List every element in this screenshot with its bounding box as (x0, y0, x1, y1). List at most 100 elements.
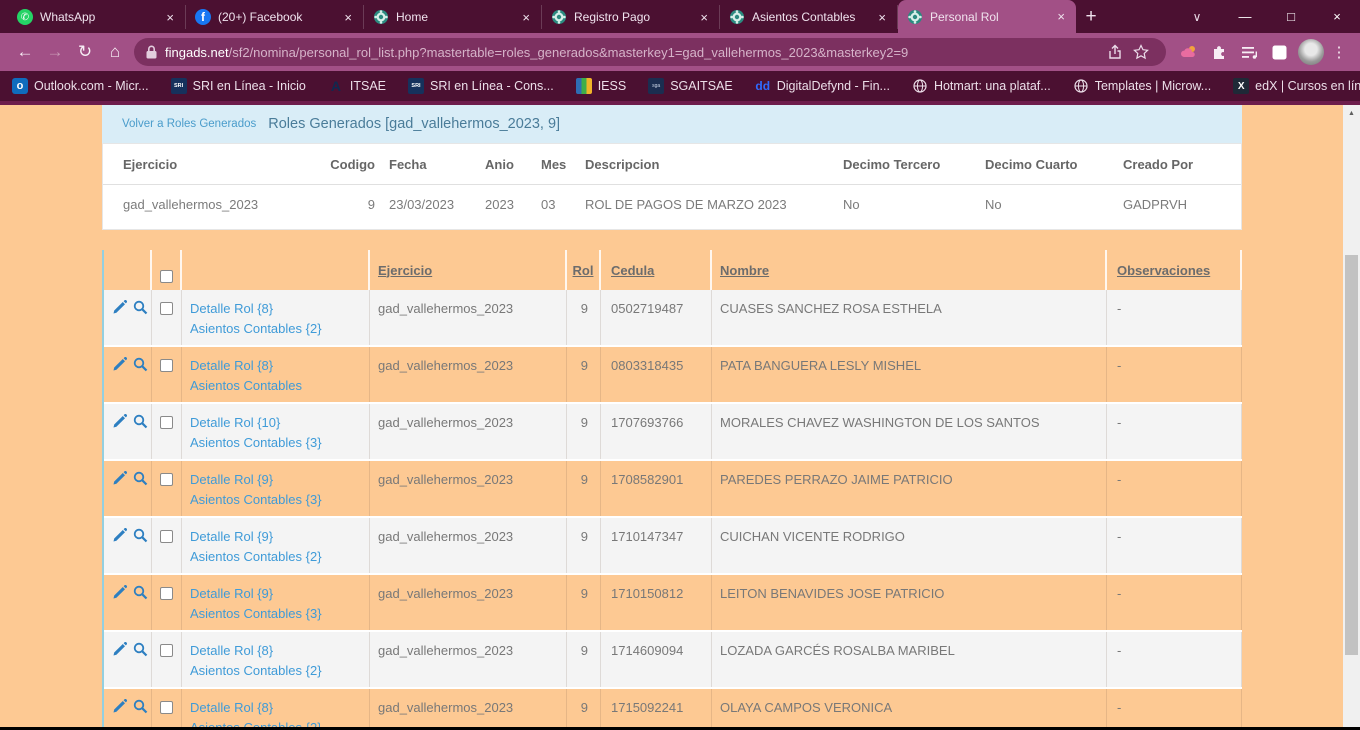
tab-close-icon[interactable]: × (698, 10, 710, 25)
bookmark-item[interactable]: edX | Cursos en líne... (1233, 78, 1360, 94)
bookmark-item[interactable]: ITSAE (328, 78, 386, 94)
scroll-up-arrow-icon[interactable]: ▲ (1343, 105, 1360, 121)
detalle-rol-link[interactable]: Detalle Rol {9} (190, 584, 361, 604)
grid-header-row: Ejercicio Rol Cedula Nombre Observacione… (104, 250, 1242, 290)
playlist-extension-icon[interactable] (1234, 45, 1264, 60)
master-descripcion: ROL DE PAGOS DE MARZO 2023 (585, 197, 843, 212)
bookmark-item[interactable]: Templates | Microw... (1073, 78, 1211, 94)
browser-tab[interactable]: WhatsApp × (8, 5, 186, 29)
reload-icon[interactable]: ↻ (70, 42, 100, 62)
view-magnifier-icon[interactable] (133, 357, 148, 372)
bookmark-item[interactable]: IESS (576, 78, 627, 94)
browser-tab[interactable]: Asientos Contables × (720, 5, 898, 29)
back-to-roles-link[interactable]: Volver a Roles Generados (122, 118, 256, 130)
back-icon[interactable]: ← (10, 42, 40, 62)
row-checkbox[interactable] (160, 416, 173, 429)
detalle-rol-link[interactable]: Detalle Rol {8} (190, 641, 361, 661)
tab-close-icon[interactable]: × (876, 10, 888, 25)
asientos-contables-link[interactable]: Asientos Contables {2} (190, 661, 361, 681)
grid-header-nombre[interactable]: Nombre (720, 263, 769, 278)
select-all-checkbox[interactable] (160, 270, 173, 283)
share-icon[interactable] (1102, 44, 1128, 60)
bookmark-item[interactable]: SGAITSAE (648, 78, 733, 94)
row-checkbox[interactable] (160, 701, 173, 714)
detalle-rol-link[interactable]: Detalle Rol {10} (190, 413, 361, 433)
bookmark-item[interactable]: SRI en Línea - Inicio (171, 78, 306, 94)
extensions-puzzle-icon[interactable] (1204, 44, 1234, 61)
bookmark-star-icon[interactable] (1128, 44, 1154, 60)
row-actions (104, 347, 152, 402)
edit-pencil-icon[interactable] (112, 357, 127, 372)
asientos-contables-link[interactable]: Asientos Contables {3} (190, 433, 361, 453)
weather-extension-icon[interactable] (1174, 44, 1204, 60)
bookmarks-bar: Outlook.com - Micr... SRI en Línea - Ini… (0, 71, 1360, 101)
detalle-rol-link[interactable]: Detalle Rol {9} (190, 470, 361, 490)
home-icon[interactable]: ⌂ (100, 42, 130, 62)
detalle-rol-link[interactable]: Detalle Rol {8} (190, 299, 361, 319)
browser-menu-icon[interactable]: ⋮ (1328, 43, 1350, 61)
bookmark-item[interactable]: Outlook.com - Micr... (12, 78, 149, 94)
row-checkbox-cell (152, 518, 182, 573)
view-magnifier-icon[interactable] (133, 585, 148, 600)
row-checkbox-cell (152, 632, 182, 687)
detalle-rol-link[interactable]: Detalle Rol {8} (190, 698, 361, 718)
asientos-contables-link[interactable]: Asientos Contables {3} (190, 604, 361, 624)
tab-close-icon[interactable]: × (1055, 9, 1067, 24)
asientos-contables-link[interactable]: Asientos Contables (190, 376, 361, 396)
scrollbar-thumb[interactable] (1345, 255, 1358, 655)
row-checkbox[interactable] (160, 473, 173, 486)
edit-pencil-icon[interactable] (112, 528, 127, 543)
master-data-row: gad_vallehermos_2023 9 23/03/2023 2023 0… (103, 185, 1241, 212)
view-magnifier-icon[interactable] (133, 642, 148, 657)
close-window-button[interactable]: × (1314, 0, 1360, 33)
browser-tab[interactable]: Registro Pago × (542, 5, 720, 29)
asientos-contables-link[interactable]: Asientos Contables {3} (190, 490, 361, 510)
row-checkbox[interactable] (160, 359, 173, 372)
bookmark-item[interactable]: DigitalDefynd - Fin... (755, 78, 890, 94)
browser-tab[interactable]: (20+) Facebook × (186, 5, 364, 29)
grid-header-rol[interactable]: Rol (573, 263, 594, 278)
view-magnifier-icon[interactable] (133, 528, 148, 543)
tab-search-icon[interactable]: ∨ (1172, 10, 1222, 24)
edit-pencil-icon[interactable] (112, 585, 127, 600)
master-codigo: 9 (323, 197, 375, 212)
edit-pencil-icon[interactable] (112, 414, 127, 429)
row-ejercicio: gad_vallehermos_2023 (370, 575, 567, 630)
view-magnifier-icon[interactable] (133, 699, 148, 714)
row-checkbox[interactable] (160, 644, 173, 657)
tab-close-icon[interactable]: × (342, 10, 354, 25)
bookmark-item[interactable]: Hotmart: una plataf... (912, 78, 1051, 94)
edit-pencil-icon[interactable] (112, 642, 127, 657)
asientos-contables-link[interactable]: Asientos Contables {2} (190, 547, 361, 567)
detalle-rol-link[interactable]: Detalle Rol {9} (190, 527, 361, 547)
row-checkbox[interactable] (160, 302, 173, 315)
minimize-button[interactable]: — (1222, 0, 1268, 33)
bookmark-label: Templates | Microw... (1095, 79, 1211, 93)
grid-header-observaciones[interactable]: Observaciones (1117, 263, 1210, 278)
tab-close-icon[interactable]: × (520, 10, 532, 25)
browser-tab[interactable]: Personal Rol × (898, 0, 1076, 33)
view-magnifier-icon[interactable] (133, 414, 148, 429)
bookmark-item[interactable]: SRI en Línea - Cons... (408, 78, 554, 94)
maximize-button[interactable]: □ (1268, 0, 1314, 33)
bookmark-label: Outlook.com - Micr... (34, 79, 149, 93)
browser-tab[interactable]: Home × (364, 5, 542, 29)
row-checkbox[interactable] (160, 587, 173, 600)
edit-pencil-icon[interactable] (112, 471, 127, 486)
profile-avatar[interactable] (1298, 39, 1324, 65)
grid-header-ejercicio[interactable]: Ejercicio (378, 263, 432, 278)
view-magnifier-icon[interactable] (133, 300, 148, 315)
forward-icon[interactable]: → (40, 42, 70, 62)
detalle-rol-link[interactable]: Detalle Rol {8} (190, 356, 361, 376)
edit-pencil-icon[interactable] (112, 300, 127, 315)
tab-close-icon[interactable]: × (164, 10, 176, 25)
url-bar[interactable]: fingads.net/sf2/nomina/personal_rol_list… (134, 38, 1166, 66)
view-magnifier-icon[interactable] (133, 471, 148, 486)
asientos-contables-link[interactable]: Asientos Contables {2} (190, 319, 361, 339)
sidebar-extension-icon[interactable] (1264, 45, 1294, 60)
vertical-scrollbar[interactable]: ▲ (1343, 105, 1360, 730)
edit-pencil-icon[interactable] (112, 699, 127, 714)
row-checkbox[interactable] (160, 530, 173, 543)
new-tab-button[interactable]: + (1076, 3, 1106, 31)
grid-header-cedula[interactable]: Cedula (611, 263, 654, 278)
